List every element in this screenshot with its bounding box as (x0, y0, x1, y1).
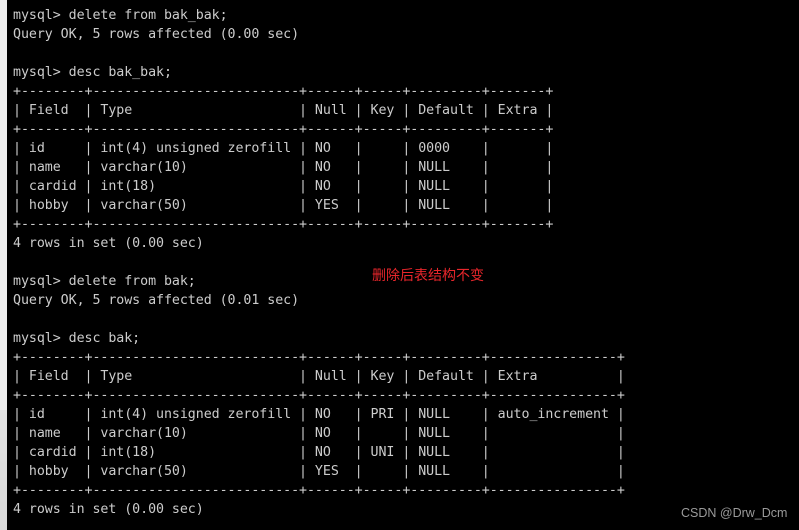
annotation-note: 删除后表结构不变 (372, 268, 484, 284)
table-border: +--------+--------------------------+---… (13, 122, 554, 137)
result-line: 4 rows in set (0.00 sec) (13, 236, 204, 251)
table-border: +--------+--------------------------+---… (13, 483, 625, 498)
result-line: Query OK, 5 rows affected (0.00 sec) (13, 27, 300, 42)
table-border: +--------+--------------------------+---… (13, 217, 554, 232)
table-border: +--------+--------------------------+---… (13, 350, 625, 365)
table-border: +--------+--------------------------+---… (13, 84, 554, 99)
table-row: | name | varchar(10) | NO | | NULL | | (13, 426, 625, 441)
table-row: | cardid | int(18) | NO | UNI | NULL | | (13, 445, 625, 460)
command-line: mysql> delete from bak_bak; (13, 8, 228, 23)
command-line: mysql> desc bak; (13, 331, 141, 346)
table-row: | cardid | int(18) | NO | | NULL | | (13, 179, 554, 194)
table-row: | hobby | varchar(50) | YES | | NULL | | (13, 198, 554, 213)
result-line: Query OK, 5 rows affected (0.01 sec) (13, 293, 300, 308)
table-header-row: | Field | Type | Null | Key | Default | … (13, 103, 554, 118)
terminal-output[interactable]: mysql> delete from bak_bak; Query OK, 5 r… (13, 6, 793, 526)
table-row: | hobby | varchar(50) | YES | | NULL | | (13, 464, 625, 479)
watermark: CSDN @Drw_Dcm (681, 506, 788, 520)
window-left-edge (0, 0, 7, 530)
table-row: | id | int(4) unsigned zerofill | NO | |… (13, 141, 554, 156)
command-line: mysql> desc bak_bak; (13, 65, 172, 80)
result-line: 4 rows in set (0.00 sec) (13, 502, 204, 517)
table-border: +--------+--------------------------+---… (13, 388, 625, 403)
table-row: | name | varchar(10) | NO | | NULL | | (13, 160, 554, 175)
table-row: | id | int(4) unsigned zerofill | NO | P… (13, 407, 625, 422)
table-header-row: | Field | Type | Null | Key | Default | … (13, 369, 625, 384)
